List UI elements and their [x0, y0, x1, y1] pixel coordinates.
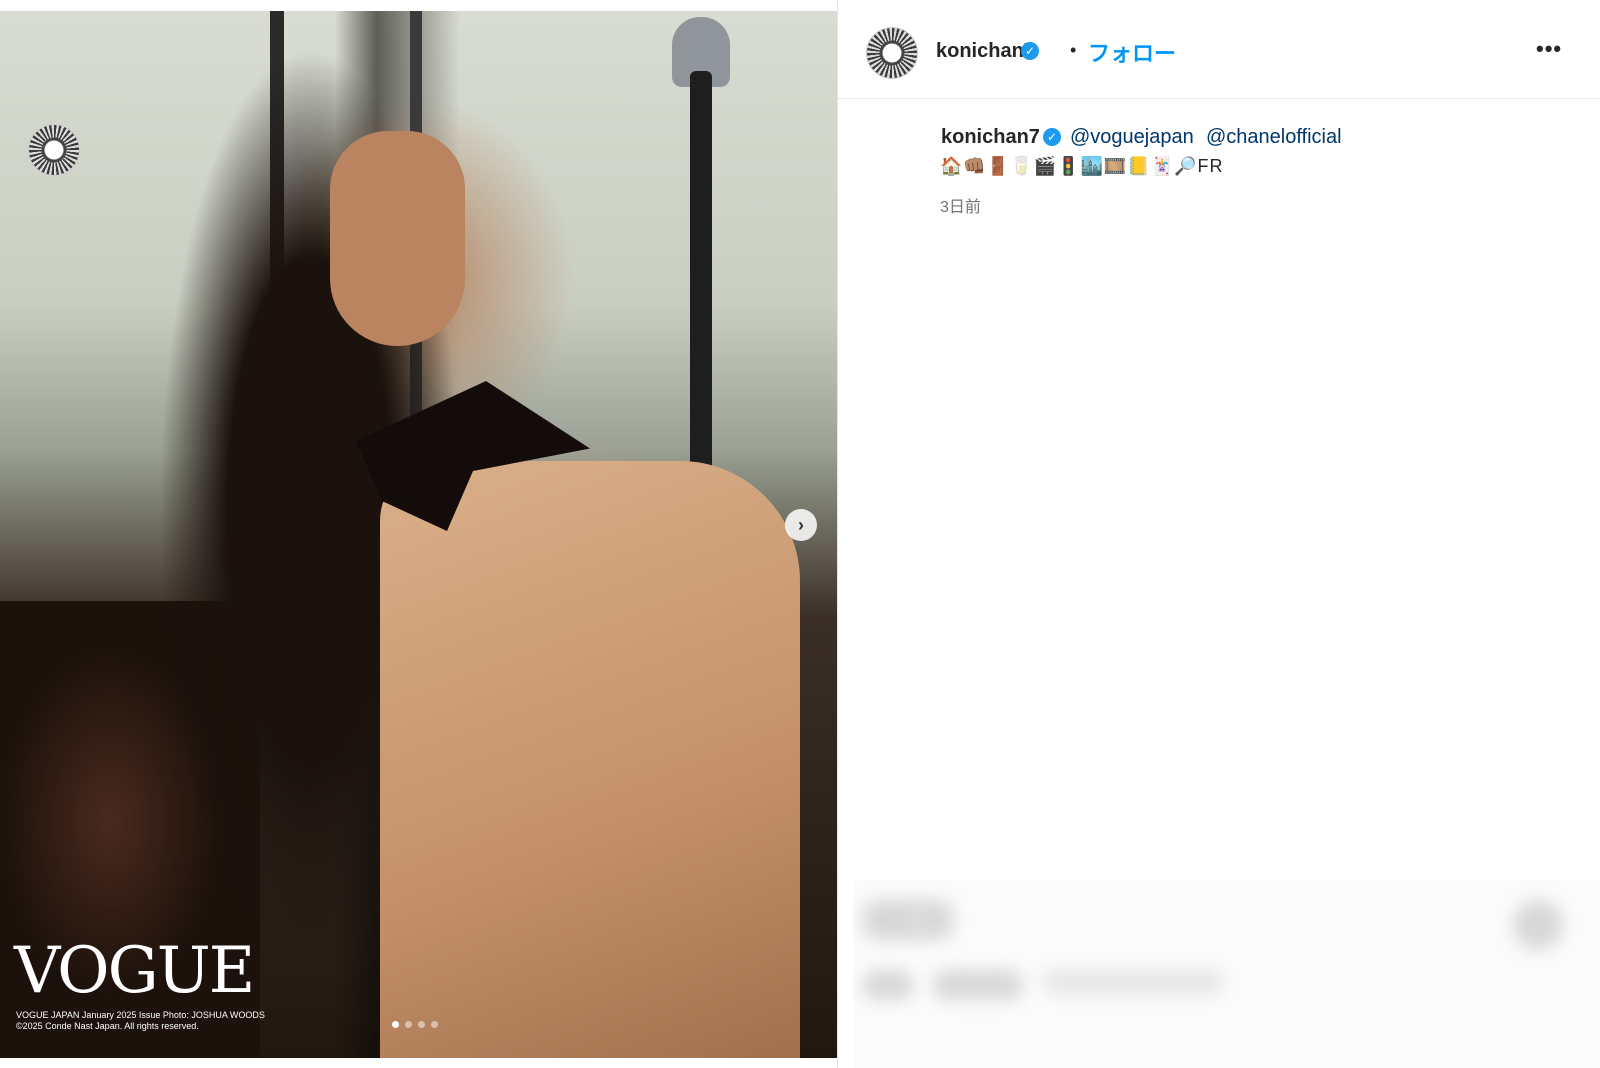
carousel-dot	[418, 1021, 425, 1028]
post-header: konichan7	[838, 0, 1600, 99]
model-dress	[380, 461, 800, 1058]
blurred-text	[1043, 970, 1223, 994]
separator-dot: •	[1070, 40, 1077, 60]
caption-avatar[interactable]	[28, 124, 80, 176]
verified-badge-icon: ✓	[1021, 42, 1039, 60]
chevron-right-icon: ›	[798, 514, 804, 535]
post-timestamp[interactable]: 3日前	[940, 193, 981, 217]
more-options-icon[interactable]: •••	[1536, 36, 1562, 62]
photo-credit: VOGUE JAPAN January 2025 Issue Photo: JO…	[16, 1010, 265, 1020]
carousel-dot	[405, 1021, 412, 1028]
blurred-text	[933, 970, 1023, 1000]
blurred-icon	[1513, 900, 1563, 950]
follow-button[interactable]: フォロー	[1088, 36, 1176, 68]
mention-link[interactable]: @voguejapan	[1070, 126, 1194, 149]
carousel-indicator	[392, 1021, 438, 1028]
carousel-next-button[interactable]: ›	[785, 509, 817, 541]
post-image[interactable]: VOGUE VOGUE JAPAN January 2025 Issue Pho…	[0, 11, 837, 1058]
caption-emoji-text: 🏠👊🏽🚪🥛🎬🚦🏙️🎞️📒🃏🔎FR	[940, 156, 1224, 176]
carousel-dot	[431, 1021, 438, 1028]
lamp-post	[690, 71, 712, 481]
verified-badge-icon: ✓	[1043, 128, 1061, 146]
avatar[interactable]	[866, 27, 918, 79]
blurred-icon	[913, 900, 953, 940]
vogue-logo: VOGUE	[14, 934, 255, 1008]
blurred-text	[863, 970, 913, 1000]
mention-link[interactable]: @chanelofficial	[1206, 126, 1342, 149]
blurred-actions-area	[853, 880, 1600, 1068]
panel-divider	[837, 0, 838, 1068]
model-face	[330, 131, 465, 346]
caption-username[interactable]: konichan7	[941, 126, 1040, 149]
copyright-text: ©2025 Conde Nast Japan. All rights reser…	[16, 1021, 199, 1031]
carousel-dot-active	[392, 1021, 399, 1028]
